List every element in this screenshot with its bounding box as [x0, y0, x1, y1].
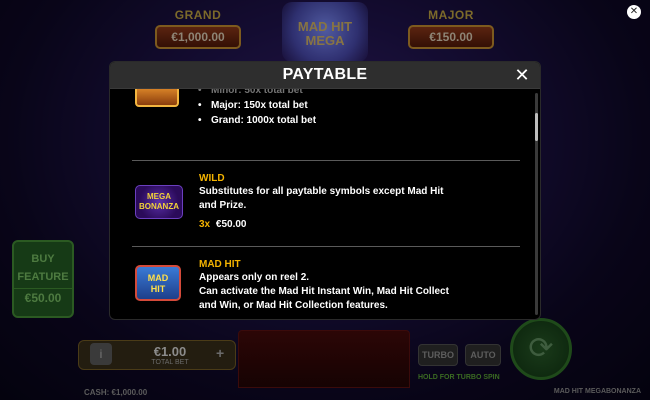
- paytable-content[interactable]: Minor: 50x total bet Major: 150x total b…: [110, 89, 536, 319]
- spin-icon: ⟳: [528, 332, 554, 365]
- mad-hit-icon-text-1: MAD: [147, 273, 169, 283]
- mad-hit-line-1: Appears only on reel 2.: [199, 272, 310, 283]
- auto-button[interactable]: AUTO: [465, 344, 501, 366]
- wild-payout-multiplier: 3x: [199, 219, 211, 230]
- mad-hit-line-2: Can activate the Mad Hit Instant Win, Ma…: [199, 286, 449, 311]
- wild-symbol-icon: MEGA BONANZA: [135, 185, 183, 219]
- mad-hit-title: MAD HIT: [199, 259, 241, 270]
- cash-balance: CASH: €1,000.00: [84, 388, 148, 397]
- divider: [132, 246, 520, 247]
- mad-hit-icon-text-2: HIT: [150, 284, 166, 294]
- grand-symbol-icon: [135, 89, 179, 107]
- reel-footer: [238, 330, 410, 388]
- total-bet-label: TOTAL BET: [151, 359, 189, 366]
- buy-feature-label-1: BUY: [31, 253, 55, 265]
- game-logo: MAD HIT MEGA: [282, 2, 368, 62]
- game-name: MAD HIT MEGABONANZA: [553, 388, 641, 395]
- paytable-header: PAYTABLE ✕: [110, 62, 540, 89]
- wild-payout: 3x €50.00: [199, 219, 247, 230]
- total-bet-value: €1.00: [153, 344, 187, 359]
- bet-increase-icon[interactable]: +: [216, 345, 224, 361]
- wild-icon-text-2: BONANZA: [139, 202, 179, 211]
- wild-title: WILD: [199, 173, 225, 184]
- grand-jackpot: GRAND €1,000.00: [155, 8, 241, 49]
- mad-hit-symbol-icon: MAD HIT: [135, 265, 181, 301]
- close-icon[interactable]: ✕: [513, 65, 531, 85]
- paytable-title: PAYTABLE: [282, 66, 368, 83]
- buy-feature-price: €50.00: [14, 288, 72, 307]
- hold-turbo-hint: HOLD FOR TURBO SPIN: [418, 374, 500, 381]
- scrollbar-thumb[interactable]: [535, 113, 538, 141]
- buy-feature-label-2: FEATURE: [17, 271, 69, 283]
- grand-jackpot-title: GRAND: [174, 8, 222, 22]
- info-icon[interactable]: i: [90, 343, 112, 365]
- wild-payout-amount: €50.00: [215, 219, 247, 230]
- grand-jackpot-value: €1,000.00: [155, 25, 241, 49]
- divider: [132, 160, 520, 161]
- list-item: Major: 150x total bet: [197, 98, 316, 113]
- wild-icon-text-1: MEGA: [147, 192, 171, 201]
- game-close-icon[interactable]: ✕: [627, 5, 641, 19]
- list-item: Minor: 50x total bet: [197, 89, 316, 98]
- wild-description: Substitutes for all paytable symbols exc…: [199, 186, 444, 211]
- jackpot-payout-list: Minor: 50x total bet Major: 150x total b…: [197, 89, 316, 128]
- mad-hit-description: Appears only on reel 2. Can activate the…: [199, 271, 454, 313]
- list-item: Grand: 1000x total bet: [197, 113, 316, 128]
- turbo-button[interactable]: TURBO: [418, 344, 458, 366]
- major-jackpot-title: MAJOR: [428, 8, 474, 22]
- buy-feature-button[interactable]: BUY FEATURE €50.00: [12, 240, 74, 318]
- spin-button[interactable]: ⟳: [510, 318, 572, 380]
- major-jackpot: MAJOR €150.00: [408, 8, 494, 49]
- major-jackpot-value: €150.00: [408, 25, 494, 49]
- paytable-modal: PAYTABLE ✕ Minor: 50x total bet Major: 1…: [109, 61, 541, 320]
- game-logo-text: MAD HIT MEGA: [297, 19, 353, 48]
